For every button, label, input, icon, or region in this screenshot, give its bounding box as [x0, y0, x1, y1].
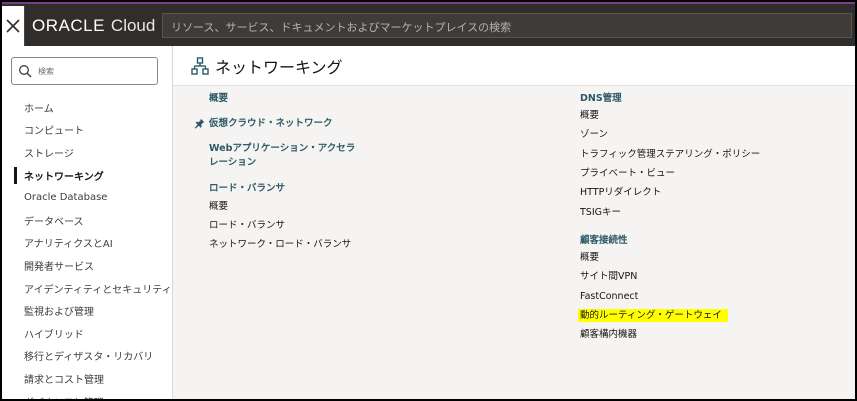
link-site-to-site-vpn[interactable]: サイト間VPN: [580, 270, 637, 284]
window-frame: ORACLE Cloud リソース、サービス、ドキュメントおよびマーケットプレイ…: [0, 0, 857, 401]
top-header: ORACLE Cloud リソース、サービス、ドキュメントおよびマーケットプレイ…: [2, 2, 855, 46]
sidebar-item-home[interactable]: ホーム: [2, 96, 173, 119]
link-private-views[interactable]: プライベート・ビュー: [580, 167, 675, 181]
sidebar-item-compute[interactable]: コンピュート: [2, 119, 173, 142]
section-load-balancer[interactable]: ロード・バランサ: [209, 182, 285, 196]
link-traffic-steering[interactable]: トラフィック管理ステアリング・ポリシー: [580, 148, 760, 162]
waf-label-line1: Webアプリケーション・アクセラ: [209, 143, 356, 154]
close-menu-button[interactable]: [2, 6, 25, 46]
page-title: ネットワーキング: [215, 58, 343, 77]
link-dynamic-routing-gateway[interactable]: 動的ルーティング・ゲートウェイ: [578, 309, 728, 323]
sidebar-item-hybrid[interactable]: ハイブリッド: [2, 322, 173, 345]
sidebar-item-analytics-ai[interactable]: アナリティクスとAI: [2, 232, 173, 255]
link-tsig-keys[interactable]: TSIGキー: [580, 206, 621, 220]
pin-icon[interactable]: [194, 118, 205, 129]
sidebar-item-identity-security[interactable]: アイデンティティとセキュリティ: [2, 277, 173, 300]
sidebar-item-billing[interactable]: 請求とコスト管理: [2, 367, 173, 390]
link-load-balancer[interactable]: ロード・バランサ: [209, 219, 285, 233]
sidebar-search-placeholder: 検索: [38, 66, 54, 76]
link-overview[interactable]: 概要: [209, 92, 228, 106]
section-customer-connectivity[interactable]: 顧客接続性: [580, 234, 628, 248]
oracle-cloud-logo[interactable]: ORACLE Cloud: [32, 16, 155, 36]
link-network-load-balancer[interactable]: ネットワーク・ロード・バランサ: [209, 238, 351, 252]
link-virtual-cloud-network[interactable]: 仮想クラウド・ネットワーク: [194, 117, 333, 131]
global-search-input[interactable]: リソース、サービス、ドキュメントおよびマーケットプレイスの検索: [162, 13, 852, 38]
close-icon: [6, 19, 20, 33]
link-lb-overview[interactable]: 概要: [209, 200, 228, 214]
waf-label-line2: レーション: [209, 157, 257, 168]
sidebar-item-storage[interactable]: ストレージ: [2, 141, 173, 164]
link-waf[interactable]: Webアプリケーション・アクセラ レーション: [209, 142, 355, 170]
link-dns-overview[interactable]: 概要: [580, 109, 599, 123]
sidebar-item-observability[interactable]: 監視および管理: [2, 299, 173, 322]
link-cc-overview[interactable]: 概要: [580, 251, 599, 265]
link-fastconnect[interactable]: FastConnect: [580, 290, 638, 304]
page-header: ネットワーキング: [173, 46, 855, 86]
sidebar-menu: ホーム コンピュート ストレージ ネットワーキング Oracle Databas…: [2, 96, 173, 399]
search-icon: [19, 65, 32, 78]
section-dns-management[interactable]: DNS管理: [580, 92, 622, 106]
link-zones[interactable]: ゾーン: [580, 128, 608, 142]
sidebar-item-migration-dr[interactable]: 移行とディザスタ・リカバリ: [2, 345, 173, 368]
sidebar-item-networking[interactable]: ネットワーキング: [2, 164, 173, 187]
navigation-sidebar: 検索 ホーム コンピュート ストレージ ネットワーキング Oracle Data…: [2, 46, 173, 399]
vcn-label: 仮想クラウド・ネットワーク: [209, 118, 333, 129]
sidebar-search-input[interactable]: 検索: [11, 57, 158, 85]
link-http-redirect[interactable]: HTTPリダイレクト: [580, 186, 661, 200]
networking-icon: [191, 57, 209, 75]
product-name: Cloud: [110, 16, 156, 35]
sidebar-item-database[interactable]: データベース: [2, 209, 173, 232]
sidebar-item-governance[interactable]: ガバナンスと管理: [2, 390, 173, 399]
sidebar-item-oracle-database[interactable]: Oracle Database: [2, 186, 173, 209]
sidebar-item-developer-services[interactable]: 開発者サービス: [2, 254, 173, 277]
main-panel: ネットワーキング 概要 仮想クラウド・ネットワーク Webアプリケーション・アク…: [173, 46, 855, 399]
highlight-drg: 動的ルーティング・ゲートウェイ: [578, 309, 728, 322]
brand-name: ORACLE: [32, 16, 105, 35]
link-customer-premises-equipment[interactable]: 顧客構内機器: [580, 328, 637, 342]
